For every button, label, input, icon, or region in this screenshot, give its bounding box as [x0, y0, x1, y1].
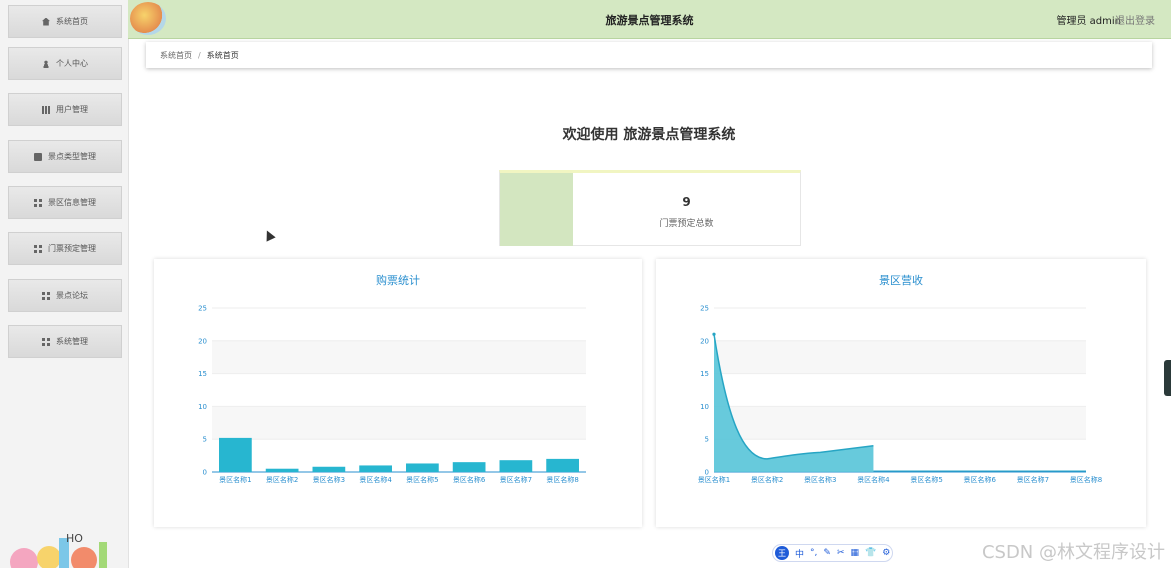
y-tick-label: 25: [198, 305, 207, 313]
toolbar-keyboard-button[interactable]: ▦: [850, 548, 859, 558]
user-icon: [42, 59, 50, 68]
x-tick-label: 景区名称2: [751, 475, 783, 484]
sidebar-item-label: 系统管理: [56, 337, 88, 346]
ticket-chart-card: 购票统计 0 5 10 15 20 25 景区名称1 景区名称2 景区名称3 景区名称4 景区名称5…: [154, 259, 642, 527]
top-header: 旅游景点管理系统 管理员 admin 退出登录: [128, 0, 1171, 39]
ticket-stat-card: 9 门票预定总数: [499, 170, 801, 246]
revenue-chart-card: 景区营收 0 5 10 15 20 25 景区名称1 景区名称2 景区名称3 景区名称4 景区名称5…: [656, 259, 1146, 527]
x-tick-label: 景区名称1: [219, 475, 251, 484]
x-tick-label: 景区名称6: [453, 475, 486, 484]
x-tick-label: 景区名称3: [313, 475, 345, 484]
bar: [499, 460, 533, 472]
y-tick-label: 15: [700, 370, 709, 378]
document-icon: [34, 152, 42, 161]
bar: [452, 462, 486, 472]
toolbar-skin-button[interactable]: 👕: [865, 548, 876, 558]
sidebar: 系统首页 个人中心 用户管理 景点类型管理 景区信息管理 门票预定管理 景点论坛…: [0, 0, 129, 568]
toolbar-scissors-button[interactable]: ✂: [837, 548, 845, 558]
svg-text:HO: HO: [66, 532, 83, 545]
ime-logo-icon[interactable]: 王: [775, 546, 789, 560]
y-tick-label: 5: [203, 436, 207, 444]
grid-icon: [42, 337, 50, 346]
x-tick-label: 景区名称5: [406, 475, 438, 484]
x-tick-label: 景区名称4: [857, 475, 890, 484]
mouse-cursor-icon: [262, 228, 276, 242]
breadcrumb-separator: /: [198, 50, 201, 60]
stat-color-block: [500, 173, 573, 246]
y-tick-label: 5: [705, 436, 709, 444]
y-tick-label: 10: [198, 403, 207, 411]
sidebar-item-label: 用户管理: [56, 105, 88, 114]
grid-icon: [34, 198, 42, 207]
y-tick-label: 15: [198, 370, 207, 378]
side-scroll-tab[interactable]: [1164, 360, 1171, 396]
grid-icon: [42, 291, 50, 300]
stat-value: 9: [682, 195, 691, 209]
x-tick-label: 景区名称7: [1017, 475, 1049, 484]
stat-label: 门票预定总数: [659, 219, 714, 229]
bar: [265, 468, 299, 472]
y-tick-label: 10: [700, 403, 709, 411]
ticket-bar-chart: 0 5 10 15 20 25 景区名称1 景区名称2 景区名称3 景区名称4 景区名称5 景区名称6…: [198, 305, 586, 484]
grid-band: [212, 340, 586, 374]
watermark: CSDN @林文程序设计: [981, 542, 1165, 563]
grid-icon: [34, 244, 42, 253]
bar: [359, 465, 392, 472]
logout-link[interactable]: 退出登录: [1115, 12, 1155, 27]
input-toolbar: 王 中 °, ✎ ✂ ▦ 👕 ⚙: [772, 544, 893, 562]
toolbar-punctuation-button[interactable]: °,: [810, 548, 817, 558]
x-tick-label: 景区名称8: [1070, 475, 1102, 484]
sidebar-item-forum[interactable]: 景点论坛: [8, 279, 122, 312]
sidebar-item-ticket-booking[interactable]: 门票预定管理: [8, 232, 122, 265]
sidebar-item-label: 景区信息管理: [48, 198, 96, 207]
breadcrumb-home[interactable]: 系统首页: [160, 50, 192, 61]
sidebar-item-scenic-type[interactable]: 景点类型管理: [8, 140, 122, 173]
decorative-illustration: HO: [4, 528, 126, 568]
breadcrumb-current: 系统首页: [206, 50, 239, 60]
x-tick-label: 景区名称7: [500, 475, 532, 484]
sidebar-item-system[interactable]: 系统管理: [8, 325, 122, 358]
sidebar-item-label: 门票预定管理: [48, 244, 96, 253]
sidebar-item-user-management[interactable]: 用户管理: [8, 93, 122, 126]
x-tick-label: 景区名称3: [804, 475, 836, 484]
y-tick-label: 25: [700, 305, 709, 313]
y-tick-label: 20: [198, 337, 207, 345]
x-tick-label: 景区名称4: [359, 475, 392, 484]
revenue-area-chart: 0510152025景区名称1 景区名称2 景区名称3 景区名称4 景区名称5 景区名称6…: [698, 305, 1102, 485]
x-tick-label: 景区名称6: [963, 475, 996, 484]
x-tick-label: 景区名称8: [546, 475, 578, 484]
toolbar-settings-button[interactable]: ⚙: [882, 548, 890, 558]
y-tick-label: 20: [700, 337, 709, 345]
x-tick-label: 景区名称1: [698, 475, 730, 484]
toolbar-chinese-button[interactable]: 中: [795, 547, 804, 560]
home-icon: [42, 17, 50, 26]
welcome-heading: 欢迎使用 旅游景点管理系统: [562, 127, 736, 143]
breadcrumb: 系统首页 / 系统首页: [146, 42, 1152, 68]
bar: [546, 458, 579, 472]
admin-label: 管理员 admin: [1056, 16, 1121, 27]
bar: [312, 466, 346, 472]
sidebar-item-label: 景点论坛: [56, 291, 88, 300]
toolbar-handwrite-button[interactable]: ✎: [823, 548, 831, 558]
bar-chart-icon: [42, 105, 50, 114]
x-tick-label: 景区名称2: [266, 475, 298, 484]
grid-band: [212, 406, 586, 440]
sidebar-item-personal-center[interactable]: 个人中心: [8, 47, 122, 80]
sidebar-item-scenic-info[interactable]: 景区信息管理: [8, 186, 122, 219]
bar: [406, 463, 439, 472]
sidebar-item-home[interactable]: 系统首页: [8, 5, 122, 38]
app-title: 旅游景点管理系统: [605, 14, 694, 27]
grid-band: [714, 340, 1086, 374]
x-tick-label: 景区名称5: [910, 475, 942, 484]
grid-band: [714, 406, 1086, 440]
sidebar-item-label: 景点类型管理: [48, 152, 96, 161]
y-tick-label: 0: [203, 469, 207, 477]
data-point: [712, 332, 716, 336]
sidebar-item-label: 系统首页: [56, 17, 88, 26]
bar: [219, 437, 252, 472]
sidebar-item-label: 个人中心: [56, 59, 88, 68]
